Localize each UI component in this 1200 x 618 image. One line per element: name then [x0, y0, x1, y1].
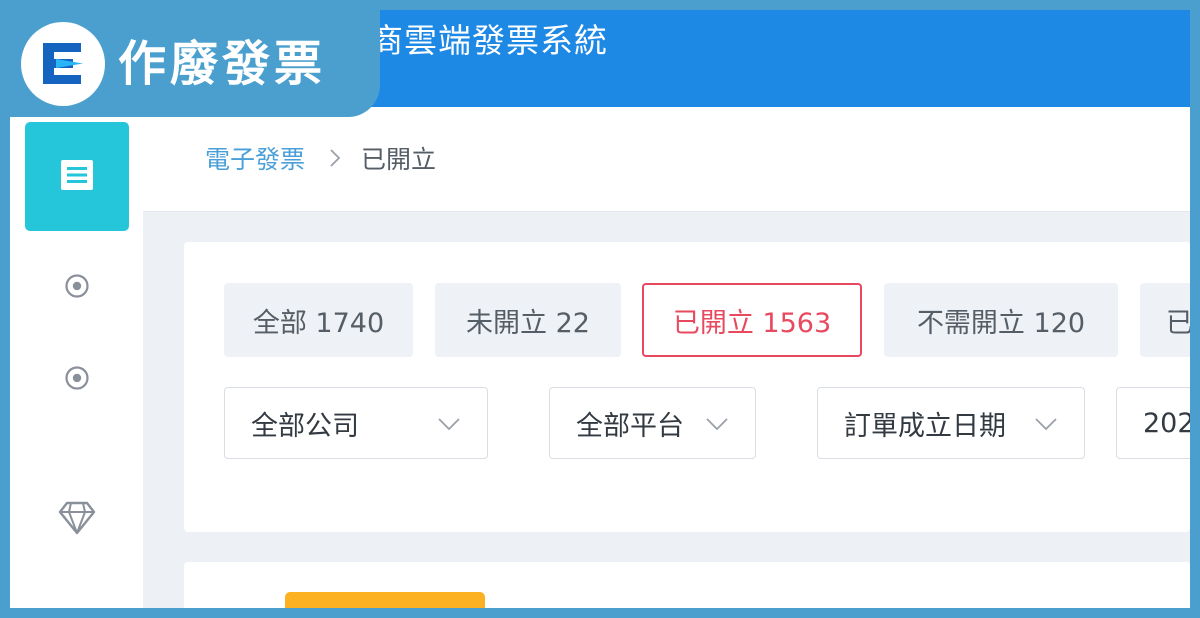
content-header: 電子發票 已開立	[143, 107, 1190, 212]
company-select[interactable]: 全部公司	[224, 387, 488, 459]
breadcrumb: 電子發票 已開立	[205, 140, 436, 176]
tab-partial[interactable]: 已	[1140, 283, 1190, 357]
platform-select-value: 全部平台	[576, 410, 684, 442]
app-title: 商雲端發票系統	[370, 21, 608, 60]
void-invoice-badge: 作廢發票	[10, 10, 380, 117]
tab-all[interactable]: 全部 1740	[224, 283, 413, 357]
sidebar-item-invoices[interactable]	[25, 122, 129, 231]
badge-title: 作廢發票	[118, 36, 327, 92]
action-button[interactable]	[285, 592, 485, 608]
app-window: 商雲端發票系統 電子發票 已開立 全部 1740 未開立 22 已開立 1563…	[10, 10, 1190, 608]
chevron-right-icon	[329, 148, 341, 168]
tab-no-need-issue[interactable]: 不需開立 120	[884, 283, 1118, 357]
chevron-down-icon	[437, 412, 461, 436]
platform-select[interactable]: 全部平台	[549, 387, 756, 459]
date-range-input[interactable]: 202	[1116, 387, 1190, 459]
chevron-down-icon	[705, 412, 729, 436]
company-select-value: 全部公司	[251, 410, 359, 442]
sidebar-item-2[interactable]	[50, 261, 104, 315]
sidebar-item-premium[interactable]	[50, 493, 104, 547]
target-icon	[64, 365, 90, 395]
sidebar-item-3[interactable]	[50, 353, 104, 407]
breadcrumb-current: 已開立	[361, 145, 437, 174]
breadcrumb-link-e-invoice[interactable]: 電子發票	[205, 140, 305, 176]
date-type-select-value: 訂單成立日期	[844, 410, 1006, 442]
diamond-icon	[58, 500, 96, 540]
target-icon	[64, 273, 90, 303]
date-type-select[interactable]: 訂單成立日期	[817, 387, 1085, 459]
e-logo-icon	[21, 22, 105, 106]
chevron-down-icon	[1034, 412, 1058, 436]
receipt-icon	[59, 158, 95, 196]
tab-issued[interactable]: 已開立 1563	[642, 283, 862, 357]
tab-not-issued[interactable]: 未開立 22	[435, 283, 621, 357]
filter-panel: 全部 1740 未開立 22 已開立 1563 不需開立 120 已 全部公司 …	[184, 242, 1190, 532]
sidebar	[10, 107, 143, 608]
invoice-list-panel	[184, 562, 1190, 608]
date-range-value: 202	[1143, 407, 1190, 439]
